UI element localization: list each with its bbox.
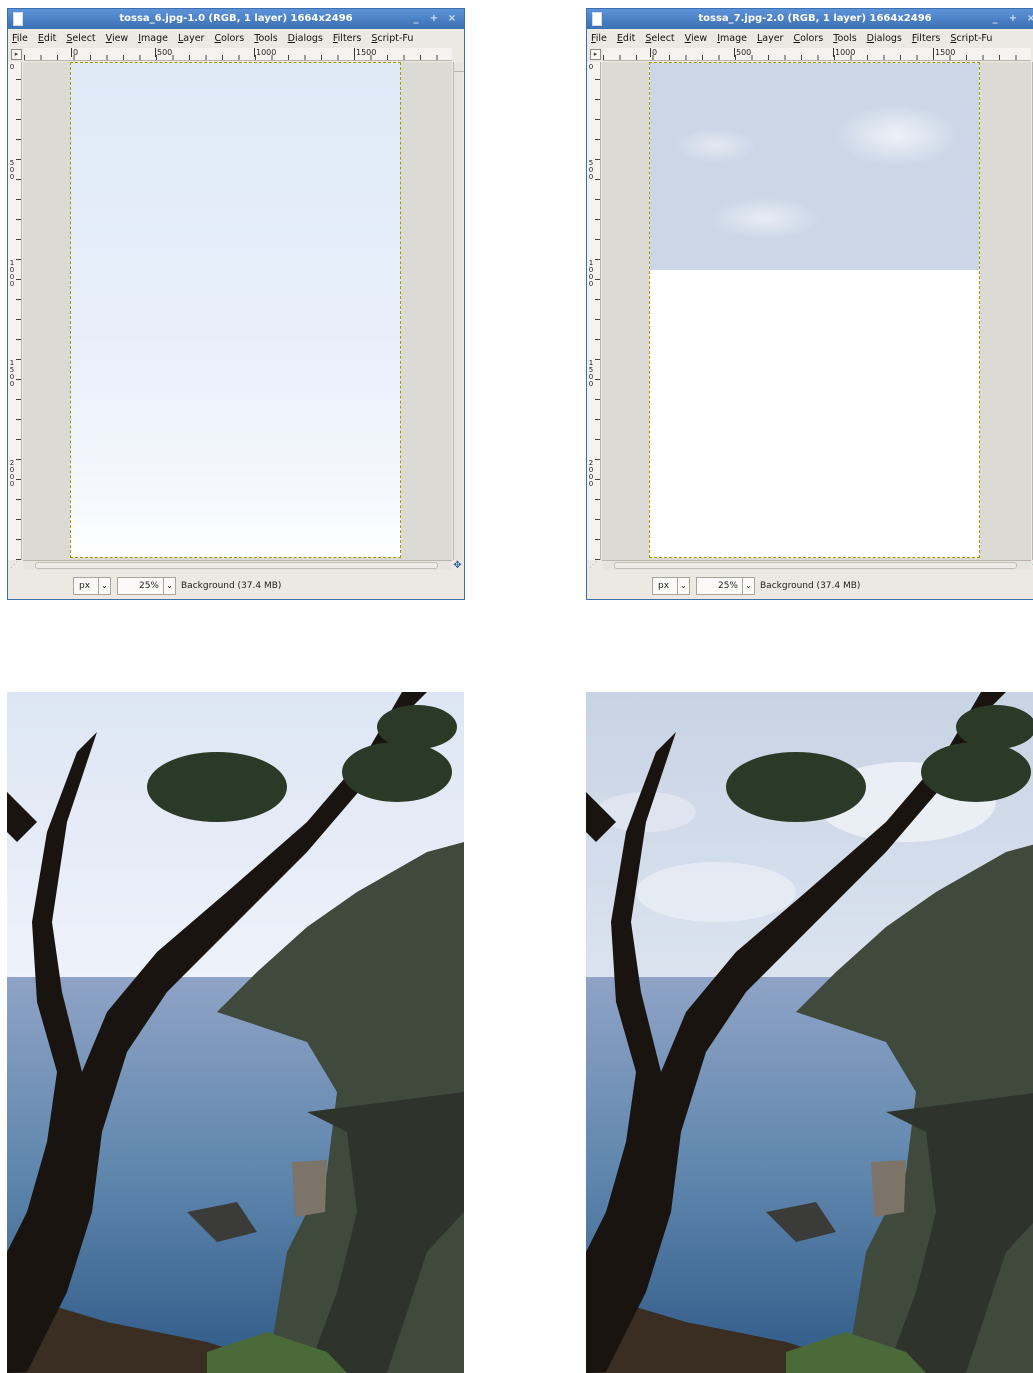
app-icon[interactable]	[13, 12, 23, 26]
vertical-ruler[interactable]: 0 500 1000 1500 2000	[587, 62, 601, 560]
menu-image[interactable]: Image	[138, 33, 168, 44]
menu-layer[interactable]: Layer	[757, 33, 784, 44]
zoom-value: 25%	[138, 581, 159, 591]
navigate-icon[interactable]: ✥	[452, 560, 463, 571]
vertical-scrollbar[interactable]	[453, 62, 464, 560]
image-canvas[interactable]	[649, 62, 980, 558]
ruler-label: 1500	[933, 48, 956, 57]
menu-filters[interactable]: Filters	[333, 33, 362, 44]
gimp-window-b: tossa_7.jpg-2.0 (RGB, 1 layer) 1664x2496…	[586, 8, 1033, 600]
minimize-icon[interactable]: _	[408, 12, 424, 26]
menu-file[interactable]: File	[591, 33, 607, 44]
horizontal-scrollbar[interactable]	[23, 560, 452, 570]
status-bar: px ⌄ 25% ⌄ Background (37.4 MB)	[587, 571, 1033, 599]
app-icon[interactable]	[592, 12, 602, 26]
maximize-icon[interactable]: +	[426, 12, 442, 26]
close-icon[interactable]: ×	[444, 12, 460, 26]
sky-preview	[650, 63, 979, 270]
ruler-label: 2000	[588, 459, 594, 488]
vertical-ruler[interactable]: 0 500 1000 1500 2000	[8, 62, 22, 560]
quick-mask-icon[interactable]: ⋰	[10, 560, 21, 571]
menu-tools[interactable]: Tools	[833, 33, 856, 44]
menu-select[interactable]: Select	[66, 33, 95, 44]
scroll-thumb[interactable]	[614, 562, 1017, 569]
status-bar: px ⌄ 25% ⌄ Background (37.4 MB)	[8, 571, 464, 599]
ruler-label: 500	[155, 48, 173, 57]
title-bar[interactable]: tossa_7.jpg-2.0 (RGB, 1 layer) 1664x2496…	[587, 9, 1033, 29]
horizontal-ruler[interactable]: 0 500 1000 1500	[603, 48, 1031, 61]
ruler-label: 0	[71, 48, 79, 57]
unit-select[interactable]: px ⌄	[652, 577, 690, 595]
status-text: Background (37.4 MB)	[760, 581, 861, 591]
landscape-photo	[586, 692, 1033, 1373]
chevron-down-icon: ⌄	[98, 578, 110, 594]
close-icon[interactable]: ×	[1023, 12, 1033, 26]
menu-layer[interactable]: Layer	[178, 33, 205, 44]
ruler-label: 0	[650, 48, 658, 57]
ruler-label: 500	[734, 48, 752, 57]
menu-arrow-icon[interactable]: ▸	[590, 49, 601, 60]
horizontal-scrollbar[interactable]	[602, 560, 1031, 570]
menu-colors[interactable]: Colors	[793, 33, 823, 44]
quick-mask-icon[interactable]: ⋰	[589, 560, 600, 571]
chevron-down-icon: ⌄	[677, 578, 689, 594]
gimp-window-a: tossa_6.jpg-1.0 (RGB, 1 layer) 1664x2496…	[7, 8, 465, 600]
chevron-down-icon: ⌄	[163, 578, 175, 594]
ruler-label: 1000	[9, 259, 15, 288]
ruler-label: 1500	[588, 359, 594, 388]
title-bar[interactable]: tossa_6.jpg-1.0 (RGB, 1 layer) 1664x2496…	[8, 9, 464, 29]
ruler-label: 1000	[833, 48, 856, 57]
ruler-label: 1000	[254, 48, 277, 57]
menu-dialogs[interactable]: Dialogs	[867, 33, 902, 44]
unit-select[interactable]: px ⌄	[73, 577, 111, 595]
menu-dialogs[interactable]: Dialogs	[288, 33, 323, 44]
window-title: tossa_6.jpg-1.0 (RGB, 1 layer) 1664x2496	[119, 13, 353, 24]
menu-bar: File Edit Select View Image Layer Colors…	[587, 29, 1033, 47]
menu-image[interactable]: Image	[717, 33, 747, 44]
menu-view[interactable]: View	[106, 33, 129, 44]
menu-file[interactable]: File	[12, 33, 28, 44]
ruler-label: 1500	[354, 48, 377, 57]
menu-edit[interactable]: Edit	[617, 33, 635, 44]
menu-select[interactable]: Select	[645, 33, 674, 44]
menu-view[interactable]: View	[685, 33, 708, 44]
image-canvas[interactable]	[70, 62, 401, 558]
ruler-label: 500	[588, 159, 594, 181]
zoom-select[interactable]: 25% ⌄	[117, 577, 176, 595]
menu-script-fu[interactable]: Script-Fu	[950, 33, 992, 44]
menu-bar: File Edit Select View Image Layer Colors…	[8, 29, 464, 47]
menu-tools[interactable]: Tools	[254, 33, 277, 44]
menu-script-fu[interactable]: Script-Fu	[371, 33, 413, 44]
ruler-label: 2000	[9, 459, 15, 488]
zoom-select[interactable]: 25% ⌄	[696, 577, 755, 595]
ruler-label: 1000	[588, 259, 594, 288]
zoom-value: 25%	[717, 581, 738, 591]
horizontal-ruler[interactable]: 0 500 1000 1500	[24, 48, 452, 61]
minimize-icon[interactable]: _	[987, 12, 1003, 26]
unit-value: px	[658, 581, 670, 591]
photo-cloud-sky	[586, 692, 1033, 1373]
ruler-label: 500	[9, 159, 15, 181]
unit-value: px	[79, 581, 91, 591]
ruler-label: 0	[588, 63, 594, 71]
photo-original	[7, 692, 464, 1373]
window-title: tossa_7.jpg-2.0 (RGB, 1 layer) 1664x2496	[698, 13, 932, 24]
landscape-photo	[7, 692, 464, 1373]
status-text: Background (37.4 MB)	[181, 581, 282, 591]
ruler-label: 1500	[9, 359, 15, 388]
scroll-thumb[interactable]	[35, 562, 438, 569]
menu-colors[interactable]: Colors	[214, 33, 244, 44]
menu-filters[interactable]: Filters	[912, 33, 941, 44]
chevron-down-icon: ⌄	[742, 578, 754, 594]
ruler-label: 0	[9, 63, 15, 71]
menu-arrow-icon[interactable]: ▸	[11, 49, 22, 60]
menu-edit[interactable]: Edit	[38, 33, 56, 44]
maximize-icon[interactable]: +	[1005, 12, 1021, 26]
